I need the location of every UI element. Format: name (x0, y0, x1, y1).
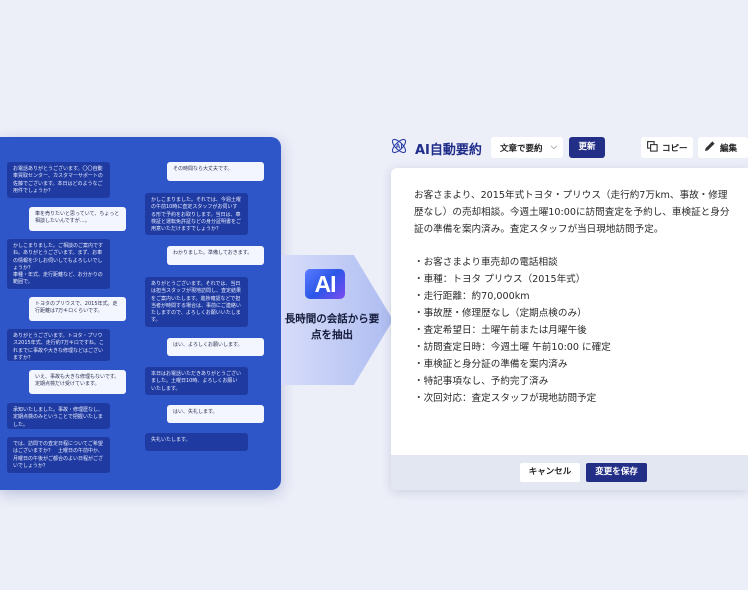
summary-footer: キャンセル 変更を保存 (391, 455, 748, 490)
summary-bullet: ・訪問査定日時：今週土曜 午前10:00 に確定 (414, 342, 611, 353)
chat-message-customer: その時間なら大丈夫です。 (167, 162, 264, 181)
cancel-button[interactable]: キャンセル (520, 463, 580, 482)
svg-text:AI: AI (396, 144, 403, 151)
summary-bullet: ・事故歴・修理歴なし（定期点検のみ） (414, 308, 587, 319)
chat-message-agent: 失礼いたします。 (145, 433, 248, 451)
summary-bullet: ・車検証と身分証の準備を案内済み (414, 359, 568, 370)
chat-message-agent: かしこまりました。それでは、今週土曜の午前10時に査定スタッフがお伺いする形で予… (145, 193, 248, 235)
chat-message-customer: はい、失礼します。 (167, 405, 264, 423)
chat-message-agent: ありがとうございます。トヨタ・プリウス2015年式、走行約7万キロですね。これま… (7, 329, 110, 361)
edit-label: 編集 (720, 143, 738, 154)
chat-message-agent: 承知いたしました。事故・修理歴なし、定期点検のみということで把握いたしました。 (7, 403, 110, 429)
chat-message-customer: いえ、事故も大きな修理もないです。定期点検だけ受けています。 (29, 370, 126, 394)
chat-message-customer: 車を売りたいと思っていて、ちょっと相談したいんですが…。 (29, 207, 126, 231)
copy-label: コピー (662, 143, 688, 154)
feature-caption: 長時間の会話から要点を抽出 (284, 313, 380, 341)
chat-message-agent: 本日はお電話いただきありがとうございました。土曜日10時、よろしくお願いいたしま… (145, 367, 248, 395)
summary-header: AI AI自動要約 (389, 137, 482, 159)
chat-transcript-panel: お電話ありがとうございます。〇〇自動車買取センター、カスタマーサポートの佐藤でご… (0, 137, 281, 490)
summary-bullet: ・査定希望日：土曜午前または月曜午後 (414, 325, 587, 336)
chat-message-agent: お電話ありがとうございます。〇〇自動車買取センター、カスタマーサポートの佐藤でご… (7, 162, 110, 198)
summary-bullet: ・走行距離：約70,000km (414, 291, 530, 302)
summary-card: お客さまより、2015年式トヨタ・プリウス（走行約7万km、事故・修理歴なし）の… (391, 168, 748, 490)
ai-brain-icon: AI (389, 136, 409, 160)
summary-bullet: ・特記事項なし、予約完了済み (414, 376, 549, 387)
pencil-icon (704, 140, 720, 155)
summary-mode-value: 文章で要約 (500, 143, 543, 154)
summary-mode-select[interactable]: 文章で要約 ⌵ (491, 137, 563, 158)
update-button[interactable]: 更新 (569, 137, 605, 158)
chat-message-agent: ありがとうございます。それでは、当日は担当スタッフが現地訪問し、査定結果をご案内… (145, 277, 248, 327)
chat-message-agent: かしこまりました。ご相談のご案内ですね。ありがとうございます。まず、お車の情報を… (7, 239, 110, 289)
summary-bullet: ・車種：トヨタ プリウス（2015年式） (414, 274, 586, 285)
chat-message-customer: トヨタのプリウスで、2015年式。走行距離は7万キロくらいです。 (29, 297, 126, 321)
summary-bullet: ・次回対応：査定スタッフが現地訪問予定 (414, 393, 597, 404)
copy-button[interactable]: コピー (641, 137, 693, 158)
summary-paragraph: お客さまより、2015年式トヨタ・プリウス（走行約7万km、事故・修理歴なし）の… (414, 190, 730, 235)
edit-button[interactable]: 編集 (698, 137, 748, 158)
chat-message-agent: では、訪問での査定日程についてご希望はございますか？ 土曜日の午前中か、月曜日の… (7, 437, 110, 473)
save-changes-button[interactable]: 変更を保存 (586, 463, 647, 482)
chat-message-customer: わかりました。準備しておきます。 (167, 246, 264, 265)
copy-icon (647, 140, 662, 155)
summary-bullet: ・お客さまより車売却の電話相談 (414, 257, 558, 268)
ai-logo: AI (305, 269, 345, 299)
summary-title: AI自動要約 (415, 142, 482, 158)
chevron-down-icon: ⌵ (550, 142, 557, 151)
summary-content[interactable]: お客さまより、2015年式トヨタ・プリウス（走行約7万km、事故・修理歴なし）の… (414, 187, 734, 407)
chat-message-customer: はい、よろしくお願いします。 (167, 338, 264, 356)
